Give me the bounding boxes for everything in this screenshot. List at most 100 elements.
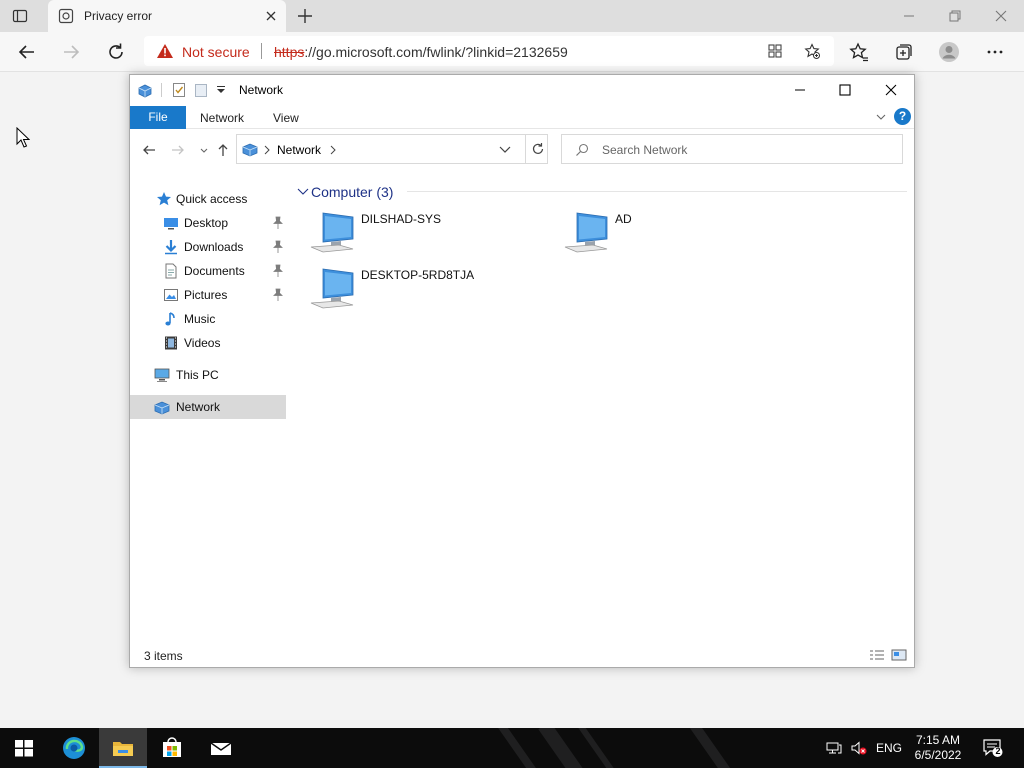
- explorer-maximize-icon[interactable]: [837, 82, 853, 98]
- address-path-box[interactable]: Network: [236, 134, 548, 164]
- close-tab-icon[interactable]: [264, 9, 278, 23]
- add-favorite-icon[interactable]: [804, 43, 820, 59]
- breadcrumb-chevron-icon[interactable]: [263, 145, 271, 155]
- content-area: Computer (3) DILSHAD-SYS AD DESKTOP-5RD8…: [295, 179, 910, 639]
- nav-label-this-pc: This PC: [176, 368, 219, 382]
- start-button[interactable]: [0, 728, 48, 768]
- notification-center-button[interactable]: 2: [982, 738, 1004, 758]
- system-clock[interactable]: 7:15 AM 6/5/2022: [912, 733, 964, 763]
- breadcrumb-chevron-icon[interactable]: [329, 145, 337, 155]
- ribbon-tab-view[interactable]: View: [273, 111, 299, 125]
- browser-toolbar: Not secure https://go.microsoft.com/fwli…: [0, 32, 1024, 72]
- url-text[interactable]: https://go.microsoft.com/fwlink/?linkid=…: [274, 44, 568, 60]
- explorer-back-icon[interactable]: [141, 142, 157, 158]
- forward-icon[interactable]: [60, 41, 82, 63]
- minimize-window-icon[interactable]: [901, 8, 917, 24]
- edge-taskbar-button[interactable]: [50, 728, 98, 768]
- group-header-computer[interactable]: Computer (3): [311, 184, 393, 200]
- nav-item-quick-access[interactable]: Quick access: [130, 187, 286, 211]
- nav-item-desktop[interactable]: Desktop: [130, 211, 286, 235]
- item-count: 3 items: [144, 649, 183, 663]
- store-taskbar-button[interactable]: [148, 728, 196, 768]
- windows-taskbar: ENG 7:15 AM 6/5/2022 2: [0, 728, 1024, 768]
- search-network-box[interactable]: Search Network: [561, 134, 903, 164]
- ribbon-tab-network[interactable]: Network: [200, 111, 244, 125]
- volume-muted-icon[interactable]: [851, 740, 867, 756]
- address-bar[interactable]: Not secure https://go.microsoft.com/fwli…: [144, 36, 834, 66]
- explorer-window-title: Network: [239, 83, 284, 97]
- nav-item-downloads[interactable]: Downloads: [130, 235, 286, 259]
- network-window-icon[interactable]: [137, 82, 153, 98]
- more-options-icon[interactable]: [984, 41, 1006, 63]
- nav-label-quick-access: Quick access: [176, 192, 248, 206]
- group-divider: [407, 191, 907, 192]
- customize-quick-access-icon[interactable]: [213, 82, 229, 98]
- file-explorer-icon: [113, 742, 133, 756]
- nav-label-videos: Videos: [184, 336, 221, 350]
- tab-title: Privacy error: [84, 9, 153, 23]
- up-level-icon[interactable]: [215, 142, 231, 158]
- desktop-folder-icon: [164, 218, 178, 230]
- recent-locations-icon[interactable]: [196, 142, 212, 158]
- computer-item[interactable]: DESKTOP-5RD8TJA: [309, 265, 509, 315]
- collections-icon[interactable]: [893, 41, 915, 63]
- mail-taskbar-button[interactable]: [197, 728, 245, 768]
- explorer-nav-bar: Network Search Network: [130, 130, 914, 170]
- explorer-forward-icon[interactable]: [170, 142, 186, 158]
- tab-actions-icon[interactable]: [12, 8, 28, 24]
- pin-icon[interactable]: [272, 240, 284, 254]
- explorer-minimize-icon[interactable]: [792, 82, 808, 98]
- close-window-icon[interactable]: [993, 8, 1009, 24]
- ribbon-tab-file[interactable]: File: [130, 106, 186, 129]
- nav-label-documents: Documents: [184, 264, 245, 278]
- file-explorer-taskbar-button[interactable]: [99, 728, 147, 768]
- apps-icon[interactable]: [767, 43, 783, 59]
- new-folder-icon[interactable]: [193, 82, 209, 98]
- nav-item-videos[interactable]: Videos: [130, 331, 286, 355]
- address-history-dropdown-icon[interactable]: [499, 146, 511, 154]
- nav-item-music[interactable]: Music: [130, 307, 286, 331]
- pictures-folder-icon: [164, 289, 178, 301]
- clock-date: 6/5/2022: [914, 748, 962, 762]
- profile-avatar-icon[interactable]: [938, 41, 960, 63]
- nav-item-network[interactable]: Network: [130, 395, 286, 419]
- computer-item[interactable]: DILSHAD-SYS: [309, 209, 509, 259]
- new-tab-icon[interactable]: [296, 7, 314, 25]
- back-icon[interactable]: [16, 41, 38, 63]
- favorites-icon[interactable]: [848, 41, 870, 63]
- nav-item-pictures[interactable]: Pictures: [130, 283, 286, 307]
- nav-label-network: Network: [176, 400, 221, 414]
- address-divider: [261, 43, 262, 59]
- not-secure-label[interactable]: Not secure: [182, 44, 250, 60]
- breadcrumb-network[interactable]: Network: [277, 143, 321, 157]
- computer-item[interactable]: AD: [563, 209, 763, 259]
- search-icon: [576, 143, 589, 156]
- pin-icon[interactable]: [272, 216, 284, 230]
- navigation-pane: Quick access Desktop Downloads Documents…: [130, 179, 290, 639]
- properties-icon[interactable]: [171, 82, 187, 98]
- explorer-refresh-icon: [532, 143, 544, 154]
- large-icons-view-icon[interactable]: [891, 649, 907, 661]
- nav-item-this-pc[interactable]: This PC: [130, 363, 286, 387]
- help-icon[interactable]: ?: [894, 108, 911, 125]
- documents-folder-icon: [165, 263, 177, 279]
- pin-icon[interactable]: [272, 264, 284, 278]
- warning-icon[interactable]: [156, 43, 174, 59]
- videos-folder-icon: [165, 336, 177, 350]
- refresh-icon[interactable]: [105, 41, 127, 63]
- search-network-input[interactable]: Search Network: [602, 143, 687, 157]
- input-language-indicator[interactable]: ENG: [876, 741, 902, 755]
- downloads-folder-icon: [165, 240, 177, 255]
- pin-icon[interactable]: [272, 288, 284, 302]
- nav-item-documents[interactable]: Documents: [130, 259, 286, 283]
- explorer-refresh-button[interactable]: [525, 135, 549, 163]
- explorer-close-icon[interactable]: [883, 82, 899, 98]
- restore-window-icon[interactable]: [947, 8, 963, 24]
- mail-icon: [210, 742, 232, 755]
- file-explorer-window: Network File Network View ? Network Sear…: [129, 74, 915, 668]
- browser-tab[interactable]: Privacy error: [48, 0, 286, 32]
- expand-ribbon-icon[interactable]: [875, 112, 887, 122]
- details-view-icon[interactable]: [869, 649, 885, 661]
- collapse-group-icon[interactable]: [297, 187, 309, 197]
- network-status-icon[interactable]: [826, 740, 842, 756]
